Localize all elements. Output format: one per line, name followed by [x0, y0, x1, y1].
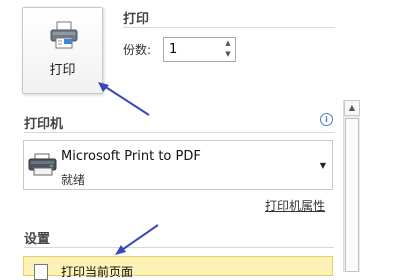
divider: [123, 27, 335, 28]
printer-icon: [50, 21, 78, 49]
printer-name: Microsoft Print to PDF: [61, 149, 201, 164]
chevron-down-icon[interactable]: ▼: [320, 161, 326, 170]
printer-status: 就绪: [61, 173, 86, 187]
divider: [24, 132, 334, 133]
annotation-arrow: [98, 82, 150, 116]
divider: [24, 247, 334, 248]
print-button-label: 打印: [49, 63, 76, 78]
spin-up-icon[interactable]: ▲: [221, 38, 235, 49]
annotation-arrow: [115, 224, 159, 255]
print-button[interactable]: 打印: [22, 7, 103, 94]
spin-down-icon[interactable]: ▼: [221, 49, 235, 60]
printer-select[interactable]: Microsoft Print to PDF 就绪 ▼: [23, 140, 333, 190]
scroll-up-icon[interactable]: ▲: [344, 100, 360, 116]
copies-stepper[interactable]: 1 ▲ ▼: [163, 37, 236, 62]
print-range-select[interactable]: 打印当前页面: [23, 256, 333, 280]
settings-section-title: 设置: [24, 232, 51, 247]
page-icon: [34, 264, 48, 280]
print-section-title: 打印: [123, 12, 150, 27]
vertical-scrollbar[interactable]: ▲: [343, 100, 360, 272]
printer-properties-link[interactable]: 打印机属性: [265, 197, 325, 214]
scroll-thumb[interactable]: [345, 118, 359, 272]
info-icon[interactable]: i: [320, 113, 333, 126]
copies-label: 份数:: [123, 43, 152, 57]
printer-section-title: 打印机: [24, 117, 64, 132]
copies-value[interactable]: 1: [169, 42, 177, 57]
printer-device-icon: [28, 153, 57, 176]
